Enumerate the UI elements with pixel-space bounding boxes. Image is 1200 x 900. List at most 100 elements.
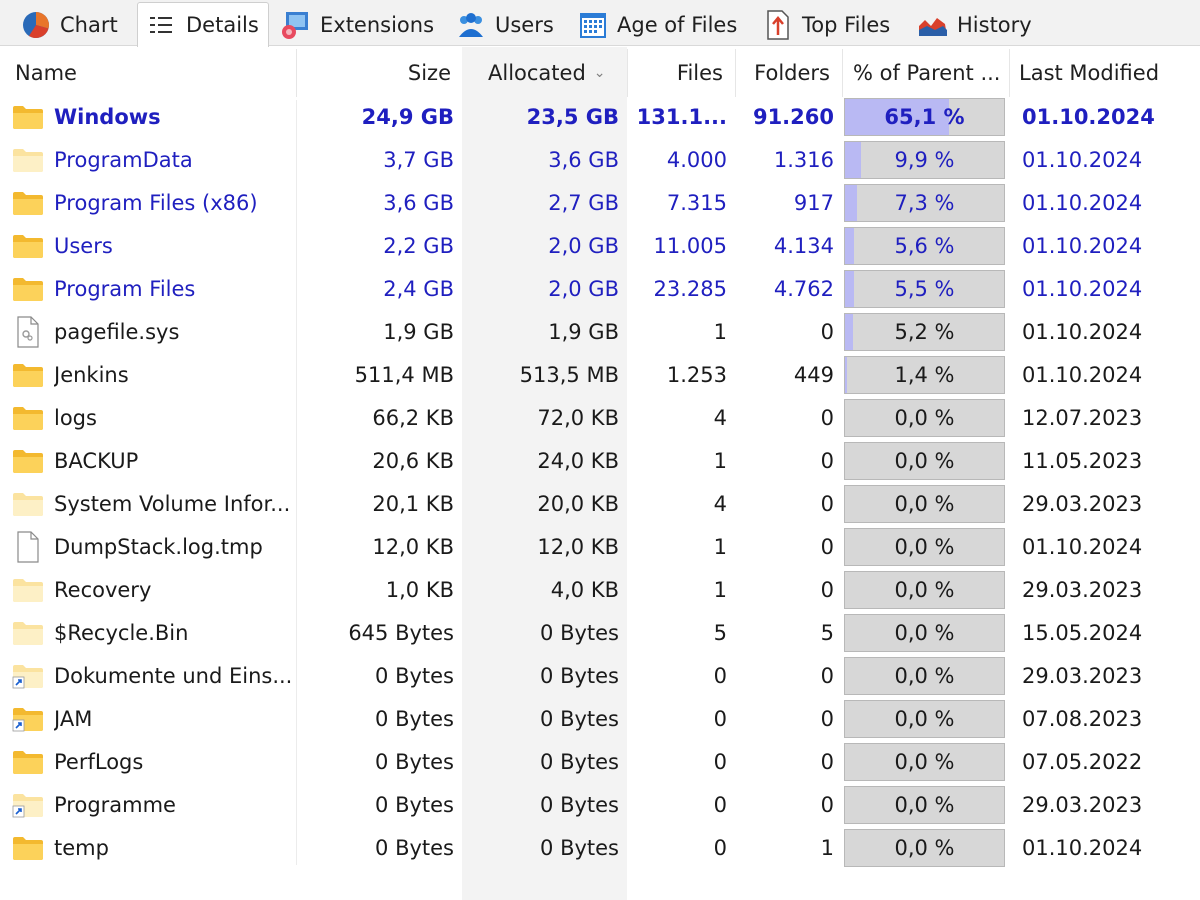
column-header-size[interactable]: Size xyxy=(300,47,451,99)
row-allocated: 2,0 GB xyxy=(548,233,619,258)
row-allocated: 1,9 GB xyxy=(548,319,619,344)
row-folders: 0 xyxy=(820,663,834,688)
column-header-label: Name xyxy=(15,61,77,85)
table-row[interactable]: Programme 0 Bytes 0 Bytes 0 0 0,0 % 29.03.2023 xyxy=(0,783,1180,826)
column-header-name[interactable]: Name xyxy=(15,47,215,99)
row-size: 12,0 KB xyxy=(372,534,454,559)
column-divider[interactable] xyxy=(842,49,843,97)
row-allocated: 0 Bytes xyxy=(540,835,619,860)
top-files-icon xyxy=(762,9,794,41)
folder-shortcut-icon xyxy=(11,697,45,740)
table-row[interactable]: Windows 24,9 GB 23,5 GB 131.1... 91.260 65,1 … xyxy=(0,95,1180,138)
row-percent-of-parent: 1,4 % xyxy=(844,353,1005,396)
row-last-modified: 07.05.2022 xyxy=(1022,749,1143,774)
table-row[interactable]: $Recycle.Bin 645 Bytes 0 Bytes 5 5 0,0 % 15.05… xyxy=(0,611,1180,654)
row-size: 2,4 GB xyxy=(383,276,454,301)
percent-bar-label: 0,0 % xyxy=(894,405,955,430)
table-row[interactable]: Recovery 1,0 KB 4,0 KB 1 0 0,0 % 29.03.2023 xyxy=(0,568,1180,611)
table-row[interactable]: Program Files 2,4 GB 2,0 GB 23.285 4.762 5,5 … xyxy=(0,267,1180,310)
row-last-modified: 29.03.2023 xyxy=(1022,663,1143,688)
tab-history[interactable]: History xyxy=(917,4,1032,46)
table-row[interactable]: System Volume Infor... 20,1 KB 20,0 KB 4 0 0,… xyxy=(0,482,1180,525)
table-row[interactable]: temp 0 Bytes 0 Bytes 0 1 0,0 % 01.10.2024 xyxy=(0,826,1180,869)
row-percent-of-parent: 5,5 % xyxy=(844,267,1005,310)
folder-icon xyxy=(11,353,45,396)
column-header-last-modified[interactable]: Last Modified xyxy=(1019,47,1180,99)
percent-bar-label: 5,5 % xyxy=(894,276,955,301)
row-percent-of-parent: 0,0 % xyxy=(844,482,1005,525)
row-last-modified: 11.05.2023 xyxy=(1022,448,1143,473)
row-files: 0 xyxy=(713,663,727,688)
table-row[interactable]: DumpStack.log.tmp 12,0 KB 12,0 KB 1 0 0,0 % 01… xyxy=(0,525,1180,568)
column-header-folders[interactable]: Folders xyxy=(735,47,830,99)
row-folders: 0 xyxy=(820,319,834,344)
row-folders: 449 xyxy=(793,362,834,387)
column-header-allocated[interactable]: Allocated ⌄ xyxy=(462,47,627,99)
column-divider[interactable] xyxy=(296,49,297,97)
row-allocated: 24,0 KB xyxy=(537,448,619,473)
table-row[interactable]: Dokumente und Eins... 0 Bytes 0 Bytes 0 0 0,0… xyxy=(0,654,1180,697)
table-row[interactable]: Program Files (x86) 3,6 GB 2,7 GB 7.315 917 7… xyxy=(0,181,1180,224)
tab-top-files[interactable]: Top Files xyxy=(762,4,890,46)
percent-bar-label: 0,0 % xyxy=(894,577,955,602)
tab-chart[interactable]: Chart xyxy=(20,4,118,46)
tab-label: Details xyxy=(186,13,259,37)
table-row[interactable]: pagefile.sys 1,9 GB 1,9 GB 1 0 5,2 % 01.10.202… xyxy=(0,310,1180,353)
column-header-label: Size xyxy=(407,61,451,85)
calendar-icon xyxy=(577,9,609,41)
column-header-percent-of-parent[interactable]: % of Parent ... xyxy=(853,47,1008,99)
tab-extensions[interactable]: Extensions xyxy=(280,4,434,46)
table-row[interactable]: Jenkins 511,4 MB 513,5 MB 1.253 449 1,4 % 01.1… xyxy=(0,353,1180,396)
percent-bar: 0,0 % xyxy=(844,441,1005,480)
vertical-scrollbar[interactable] xyxy=(1180,47,1200,900)
extensions-icon xyxy=(280,9,312,41)
row-files: 0 xyxy=(713,749,727,774)
hidden-folder-icon xyxy=(11,568,45,611)
tab-age-of-files[interactable]: Age of Files xyxy=(577,4,737,46)
row-last-modified: 01.10.2024 xyxy=(1022,276,1143,301)
history-icon xyxy=(917,9,949,41)
row-name: JAM xyxy=(54,706,93,731)
tab-label: History xyxy=(957,13,1032,37)
row-percent-of-parent: 0,0 % xyxy=(844,525,1005,568)
row-last-modified: 15.05.2024 xyxy=(1022,620,1143,645)
column-header-files[interactable]: Files xyxy=(627,47,723,99)
row-percent-of-parent: 5,6 % xyxy=(844,224,1005,267)
row-files: 1.253 xyxy=(666,362,727,387)
view-tab-bar: Chart Details Extensions Users Age of Fi… xyxy=(0,0,1200,47)
table-row[interactable]: BACKUP 20,6 KB 24,0 KB 1 0 0,0 % 11.05.2023 xyxy=(0,439,1180,482)
row-folders: 0 xyxy=(820,534,834,559)
row-folders: 91.260 xyxy=(752,104,834,129)
table-row[interactable]: ProgramData 3,7 GB 3,6 GB 4.000 1.316 9,9 % 01… xyxy=(0,138,1180,181)
row-allocated: 20,0 KB xyxy=(537,491,619,516)
row-size: 20,6 KB xyxy=(372,448,454,473)
row-folders: 0 xyxy=(820,405,834,430)
folder-icon xyxy=(11,740,45,783)
row-percent-of-parent: 9,9 % xyxy=(844,138,1005,181)
percent-bar: 1,4 % xyxy=(844,355,1005,394)
column-divider[interactable] xyxy=(1009,49,1010,97)
row-size: 2,2 GB xyxy=(383,233,454,258)
row-name: Dokumente und Eins... xyxy=(54,663,292,688)
hidden-folder-icon xyxy=(11,138,45,181)
hidden-folder-icon xyxy=(11,611,45,654)
row-size: 3,6 GB xyxy=(383,190,454,215)
tab-details[interactable]: Details xyxy=(137,2,269,47)
table-row[interactable]: JAM 0 Bytes 0 Bytes 0 0 0,0 % 07.08.2023 xyxy=(0,697,1180,740)
folder-icon xyxy=(11,826,45,869)
table-row[interactable]: Users 2,2 GB 2,0 GB 11.005 4.134 5,6 % 01.10.2… xyxy=(0,224,1180,267)
percent-bar: 0,0 % xyxy=(844,742,1005,781)
row-percent-of-parent: 0,0 % xyxy=(844,697,1005,740)
column-header-label: Last Modified xyxy=(1019,61,1160,85)
row-allocated: 72,0 KB xyxy=(537,405,619,430)
tab-users[interactable]: Users xyxy=(455,4,554,46)
row-name: Recovery xyxy=(54,577,152,602)
folder-icon xyxy=(11,95,45,138)
table-row[interactable]: PerfLogs 0 Bytes 0 Bytes 0 0 0,0 % 07.05.2022 xyxy=(0,740,1180,783)
table-row[interactable]: logs 66,2 KB 72,0 KB 4 0 0,0 % 12.07.2023 xyxy=(0,396,1180,439)
row-percent-of-parent: 7,3 % xyxy=(844,181,1005,224)
row-files: 5 xyxy=(713,620,727,645)
row-size: 20,1 KB xyxy=(372,491,454,516)
percent-bar-label: 1,4 % xyxy=(894,362,955,387)
row-folders: 0 xyxy=(820,749,834,774)
